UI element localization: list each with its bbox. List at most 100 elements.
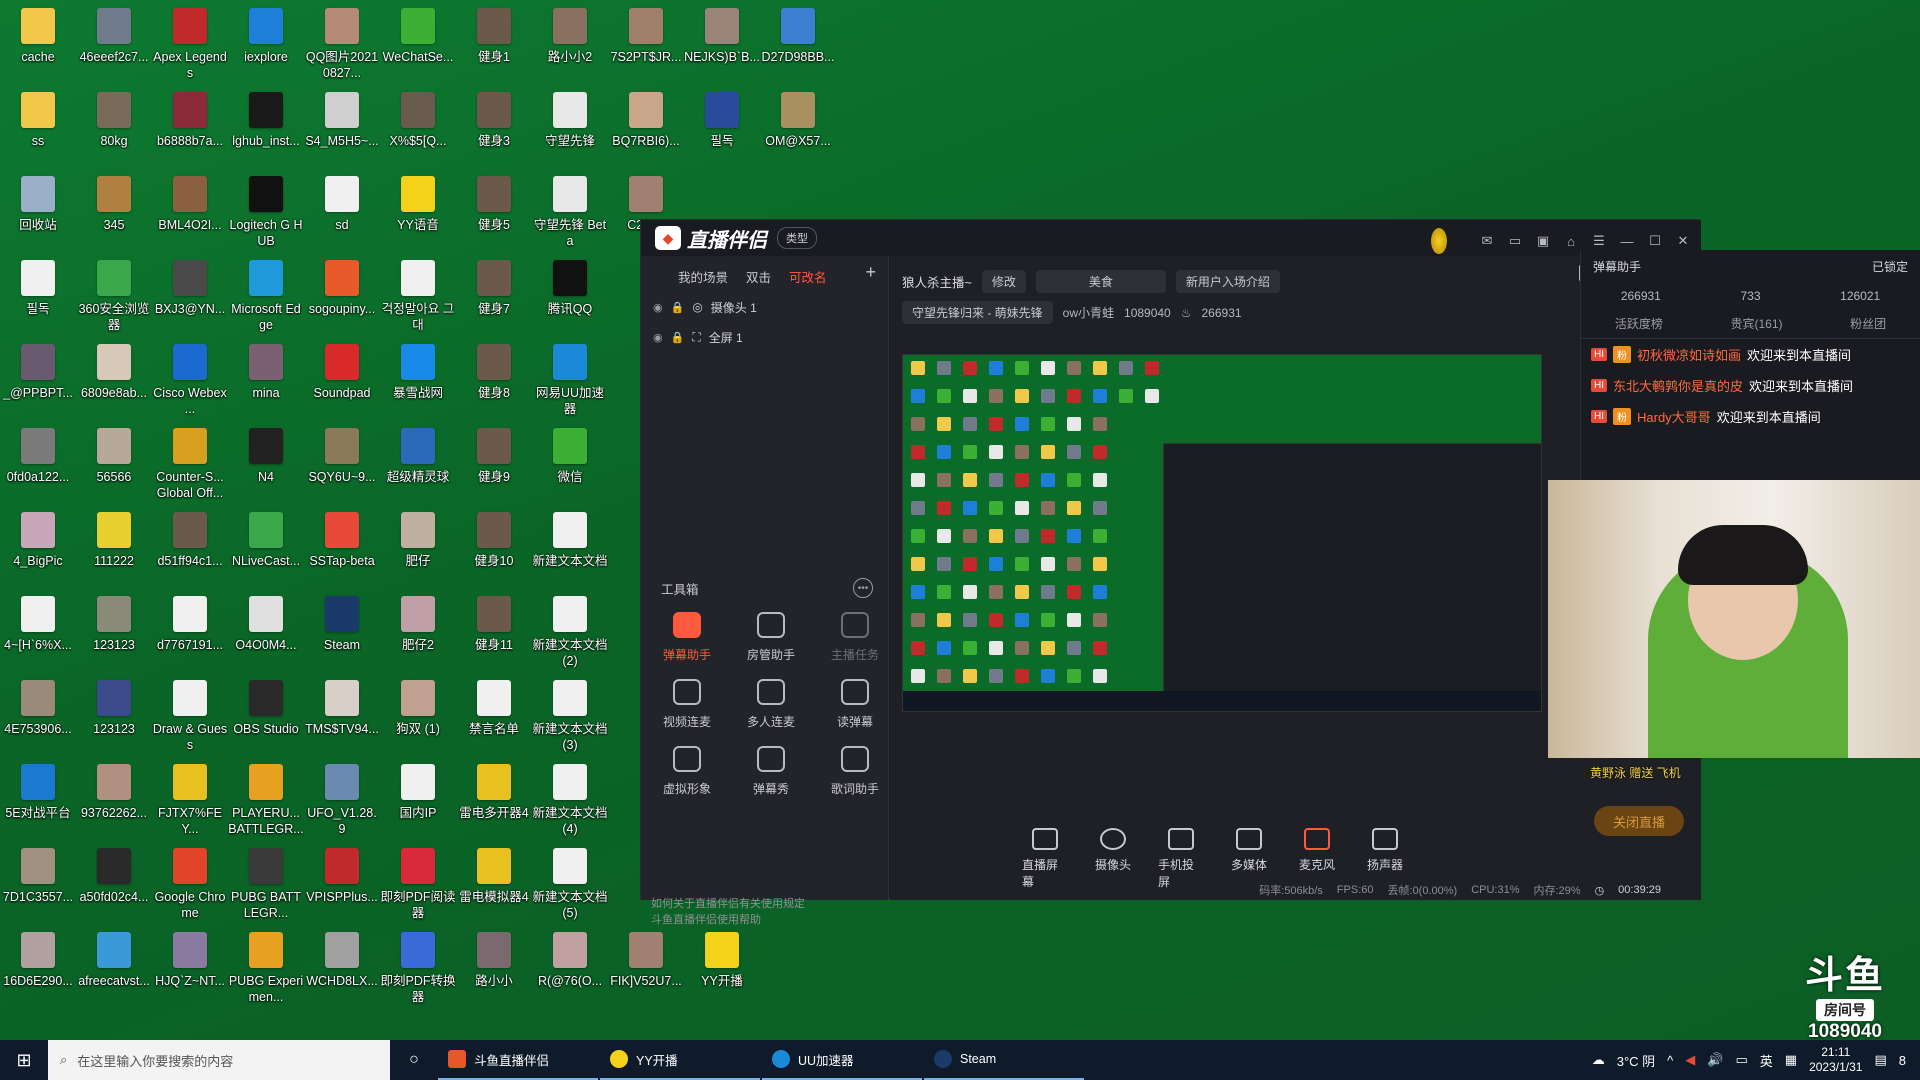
desktop-icon[interactable]: sogoupiny...	[304, 256, 380, 338]
desktop-icon[interactable]: 360安全浏览器	[76, 256, 152, 338]
tab-renamable[interactable]: 可改名	[789, 267, 827, 286]
desktop-icon[interactable]: 肥仔	[380, 508, 456, 590]
desktop-icon[interactable]: VPISPPlus...	[304, 844, 380, 926]
tab-my-scenes[interactable]: 我的场景	[678, 267, 728, 286]
desktop-icon[interactable]: 健身7	[456, 256, 532, 338]
desktop-icon[interactable]: 即刻PDF转换器	[380, 928, 456, 1010]
desktop-icon[interactable]: d7767191...	[152, 592, 228, 674]
desktop-icon[interactable]: 新建文本文档 (5)	[532, 844, 608, 926]
desktop-icon[interactable]: BXJ3@YN...	[152, 256, 228, 338]
desktop-icon[interactable]: d51ff94c1...	[152, 508, 228, 590]
edit-title-button[interactable]: 修改	[981, 270, 1026, 293]
grid-icon[interactable]: ▦	[1785, 1052, 1797, 1068]
close-icon[interactable]: ✕	[1675, 233, 1691, 249]
desktop-icon[interactable]: 7D1C3557...	[0, 844, 76, 926]
lock-icon[interactable]: 🔒	[671, 301, 685, 314]
desktop-icon[interactable]: OM@X57...	[760, 88, 836, 170]
minimize-icon[interactable]: —	[1619, 234, 1635, 249]
desktop-icon[interactable]: UFO_V1.28.9	[304, 760, 380, 842]
desktop-icon[interactable]: 健身11	[456, 592, 532, 674]
desktop-icon[interactable]: 345	[76, 172, 152, 254]
desktop-icon[interactable]: 守望先锋	[532, 88, 608, 170]
user-avatar[interactable]	[1431, 228, 1447, 254]
desktop-icon[interactable]: Apex Legends	[152, 4, 228, 86]
desktop-icon[interactable]: 健身1	[456, 4, 532, 86]
ime-indicator[interactable]: 英	[1760, 1051, 1773, 1070]
desktop-icon[interactable]: Soundpad	[304, 340, 380, 422]
chevron-up-icon[interactable]: ^	[1667, 1053, 1673, 1068]
desktop-icon[interactable]: 필독	[684, 88, 760, 170]
shirt-icon[interactable]: ⌂	[1563, 234, 1579, 249]
desktop-icon[interactable]: b6888b7a...	[152, 88, 228, 170]
desktop-icon[interactable]: 新建文本文档	[532, 508, 608, 590]
desktop-icon[interactable]: 123123	[76, 676, 152, 758]
desktop-icon[interactable]: 걱정말아요 그대	[380, 256, 456, 338]
taskbar-app-yy[interactable]: YY开播	[600, 1040, 760, 1080]
lock-status[interactable]: 已锁定	[1872, 258, 1908, 275]
desktop-icon[interactable]: 禁言名单	[456, 676, 532, 758]
scene-item-fullscreen[interactable]: ◉ 🔒 ⛶ 全屏 1	[641, 322, 888, 352]
cortana-icon[interactable]: ○	[390, 1051, 438, 1069]
desktop-icon[interactable]: 微信	[532, 424, 608, 506]
type-button[interactable]: 类型	[777, 227, 817, 249]
desktop-icon[interactable]: YY语音	[380, 172, 456, 254]
desktop-icon[interactable]: 雷电模拟器4	[456, 844, 532, 926]
add-scene-icon[interactable]: +	[865, 262, 876, 283]
volume-icon[interactable]: 🔊	[1707, 1052, 1723, 1068]
clock[interactable]: 21:11 2023/1/31	[1809, 1045, 1862, 1075]
desktop-icon[interactable]: SQY6U~9...	[304, 424, 380, 506]
desktop-icon[interactable]: 6809e8ab...	[76, 340, 152, 422]
desktop-icon[interactable]: 雷电多开器4	[456, 760, 532, 842]
maximize-icon[interactable]: ☐	[1647, 233, 1663, 249]
end-live-button[interactable]: 关闭直播	[1594, 806, 1684, 836]
desktop-icon[interactable]: Logitech G HUB	[228, 172, 304, 254]
desktop-icon[interactable]: 健身5	[456, 172, 532, 254]
network-icon[interactable]: ▭	[1735, 1052, 1747, 1068]
tool-danmu-assistant[interactable]: 弹幕助手	[645, 612, 729, 663]
desktop-icon[interactable]: 4_BigPic	[0, 508, 76, 590]
desktop-icon[interactable]: 필독	[0, 256, 76, 338]
desktop-icon[interactable]: BQ7RBI6)...	[608, 88, 684, 170]
desktop-icon[interactable]: N4	[228, 424, 304, 506]
desktop-icon[interactable]: Steam	[304, 592, 380, 674]
desktop-icon[interactable]: 路小小2	[532, 4, 608, 86]
tab-double-click[interactable]: 双击	[746, 267, 771, 286]
tab-vip[interactable]: 贵宾(161)	[1730, 315, 1782, 332]
desktop-icon[interactable]: NEJKS)B`B...	[684, 4, 760, 86]
desktop-icon[interactable]: 4~[H`6%X...	[0, 592, 76, 674]
taskbar-search[interactable]: ⌕ 在这里输入你要搜索的内容	[48, 1040, 390, 1080]
taskbar-app-steam[interactable]: Steam	[924, 1040, 1084, 1080]
desktop-icon[interactable]: 健身3	[456, 88, 532, 170]
start-button[interactable]: ⊞	[0, 1040, 48, 1080]
desktop-icon[interactable]: YY开播	[684, 928, 760, 1010]
desktop-icon[interactable]: SSTap-beta	[304, 508, 380, 590]
desktop-icon[interactable]: a50fd02c4...	[76, 844, 152, 926]
desktop-icon[interactable]: Microsoft Edge	[228, 256, 304, 338]
tool-multi-link[interactable]: 多人连麦	[729, 679, 813, 730]
desktop-icon[interactable]: PUBG Experimen...	[228, 928, 304, 1010]
eye-icon[interactable]: ◉	[653, 301, 663, 314]
desktop-icon[interactable]: 腾讯QQ	[532, 256, 608, 338]
desktop-icon[interactable]: QQ图片20210827...	[304, 4, 380, 86]
new-user-intro-button[interactable]: 新用户入场介绍	[1175, 270, 1280, 293]
desktop-icon[interactable]: 4E753906...	[0, 676, 76, 758]
desktop-icon[interactable]: 0fd0a122...	[0, 424, 76, 506]
lock-icon[interactable]: 🔒	[671, 331, 685, 344]
desktop-icon[interactable]: X%$5[Q...	[380, 88, 456, 170]
tool-video-link[interactable]: 视频连麦	[645, 679, 729, 730]
desktop-icon[interactable]: HJQ`Z~NT...	[152, 928, 228, 1010]
scene-item-camera[interactable]: ◉ 🔒 ◎ 摄像头 1	[641, 292, 888, 322]
desktop-icon[interactable]: 守望先锋 Beta	[532, 172, 608, 254]
desktop-icon[interactable]: 健身10	[456, 508, 532, 590]
tool-avatar[interactable]: 虚拟形象	[645, 746, 729, 797]
tool-room-admin[interactable]: 房管助手	[729, 612, 813, 663]
tool-streamer-task[interactable]: 主播任务	[813, 612, 897, 663]
desktop-icon[interactable]: TMS$TV94...	[304, 676, 380, 758]
tool-lyrics[interactable]: 歌词助手	[813, 746, 897, 797]
taskbar-app-uu[interactable]: UU加速器	[762, 1040, 922, 1080]
desktop-icon[interactable]: 新建文本文档 (3)	[532, 676, 608, 758]
desktop-icon[interactable]: mina	[228, 340, 304, 422]
desktop-icon[interactable]: sd	[304, 172, 380, 254]
desktop-icon[interactable]: 超级精灵球	[380, 424, 456, 506]
desktop-icon[interactable]: D27D98BB...	[760, 4, 836, 86]
